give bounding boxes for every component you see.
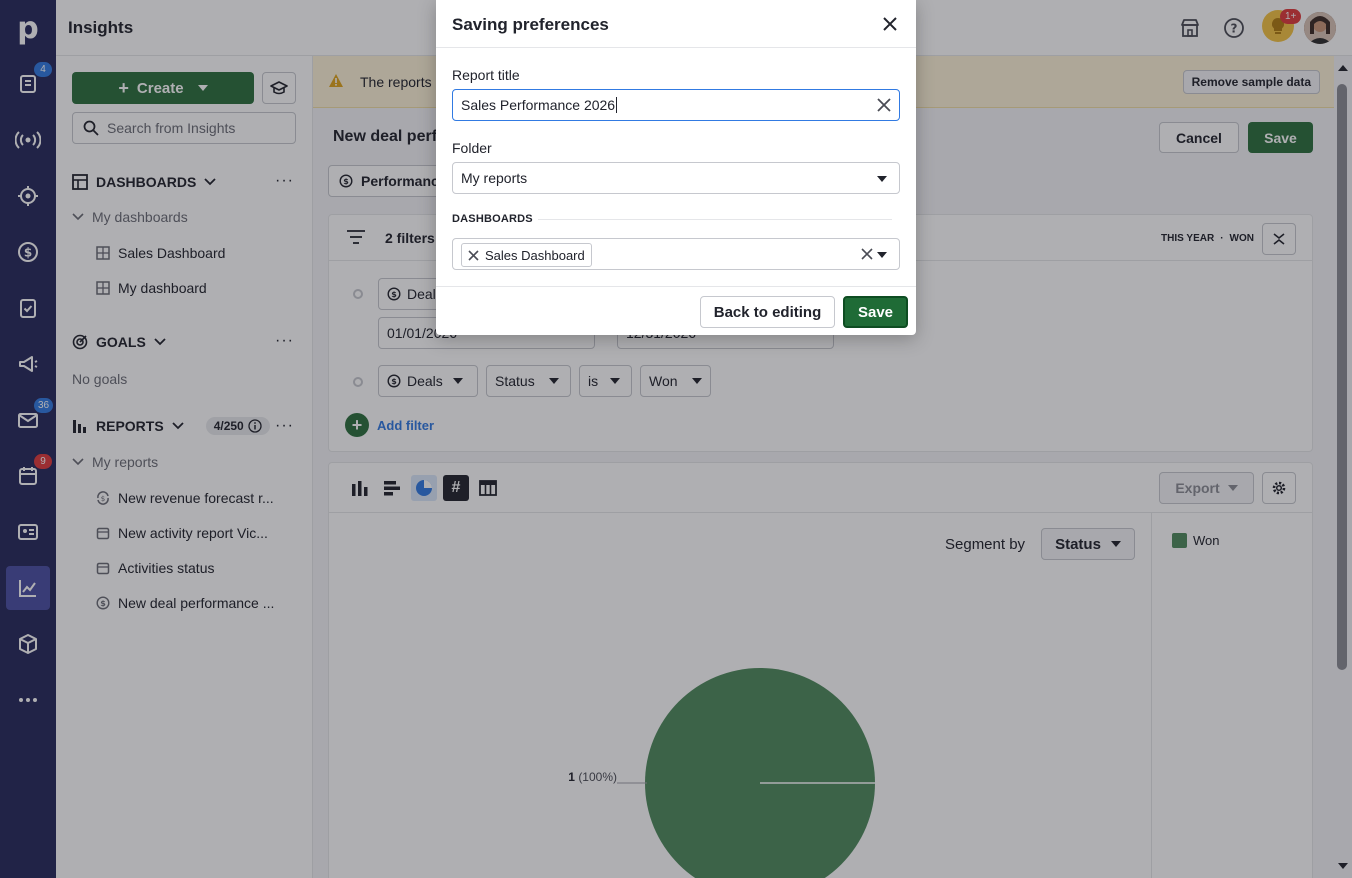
divider	[538, 219, 892, 220]
close-icon	[883, 17, 897, 31]
report-title-value: Sales Performance 2026	[461, 97, 616, 113]
clear-icon[interactable]	[877, 98, 891, 112]
dialog-save-button[interactable]: Save	[843, 296, 908, 328]
text-cursor	[616, 97, 618, 113]
chevron-down-icon	[877, 176, 887, 182]
clear-icon[interactable]	[861, 248, 873, 260]
folder-select[interactable]: My reports	[452, 162, 900, 194]
saving-preferences-dialog: Saving preferences Report title Sales Pe…	[436, 0, 916, 335]
close-button[interactable]	[880, 14, 900, 34]
dialog-footer: Back to editing Save	[436, 286, 916, 335]
report-title-input[interactable]: Sales Performance 2026	[452, 89, 900, 121]
dashboard-chip-label: Sales Dashboard	[485, 247, 585, 263]
dashboard-chip: Sales Dashboard	[461, 243, 592, 267]
dashboards-label: DASHBOARDS	[452, 213, 533, 225]
dialog-title: Saving preferences	[452, 15, 609, 34]
report-title-label: Report title	[452, 67, 520, 83]
remove-chip-icon[interactable]	[468, 249, 479, 261]
dialog-header: Saving preferences	[436, 0, 916, 48]
back-to-editing-button[interactable]: Back to editing	[700, 296, 835, 328]
chevron-down-icon[interactable]	[877, 252, 887, 258]
dashboards-multiselect[interactable]: Sales Dashboard	[452, 238, 900, 270]
folder-value: My reports	[461, 170, 528, 186]
folder-label: Folder	[452, 140, 492, 156]
